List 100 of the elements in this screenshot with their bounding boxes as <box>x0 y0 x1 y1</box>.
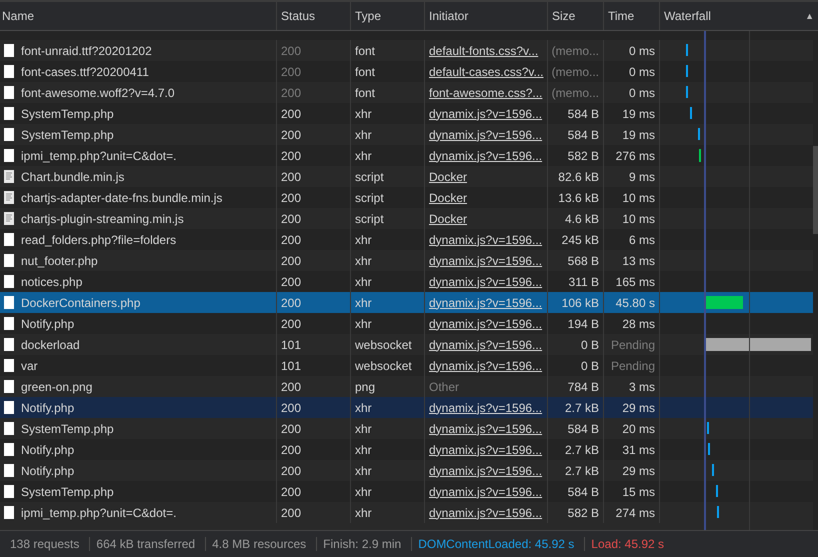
file-icon <box>4 338 14 351</box>
resource-size: 245 kB <box>562 232 599 246</box>
initiator-link[interactable]: dynamix.js?v=1596... <box>429 254 542 268</box>
status-text: 138 requests <box>4 537 90 551</box>
table-row[interactable]: font-unraid.ttf?20201202 200 font default-fonts.css?v... (memo... 0 ms <box>0 40 813 61</box>
resource-size: 82.6 kB <box>558 170 599 184</box>
table-row[interactable]: SystemTemp.php 200 xhr dynamix.js?v=1596... 584 B 19 ms <box>0 103 813 124</box>
initiator-link[interactable]: dynamix.js?v=1596... <box>429 232 542 246</box>
file-icon <box>4 86 14 99</box>
table-row[interactable]: Notify.php 200 xhr dynamix.js?v=1596... 2.7 kB 31 ms <box>0 439 813 460</box>
resource-size: 2.7 kB <box>564 442 599 456</box>
table-row[interactable]: nut_footer.php 200 xhr dynamix.js?v=1596... 568 B 13 ms <box>0 250 813 271</box>
initiator-link[interactable]: dynamix.js?v=1596... <box>429 484 542 498</box>
status-code: 200 <box>281 422 302 436</box>
table-row[interactable]: SystemTemp.php 200 xhr dynamix.js?v=1596... 584 B 19 ms <box>0 124 813 145</box>
request-name: ipmi_temp.php?unit=C&dot=. <box>21 506 176 520</box>
column-header[interactable]: Waterfall <box>664 9 711 23</box>
initiator-link[interactable]: Docker <box>429 170 468 184</box>
initiator-link[interactable]: dynamix.js?v=1596... <box>429 338 542 352</box>
column-header[interactable]: Status <box>281 9 316 23</box>
status-code: 200 <box>281 170 302 184</box>
initiator-link[interactable]: Docker <box>429 190 468 204</box>
resource-type: websocket <box>355 358 412 372</box>
resource-size: 584 B <box>568 484 599 498</box>
table-row[interactable]: SystemTemp.php 200 xhr dynamix.js?v=1596... 584 B 20 ms <box>0 418 813 439</box>
table-row[interactable]: green-on.png 200 png Other 784 B 3 ms <box>0 376 813 397</box>
request-time: 276 ms <box>616 148 655 162</box>
column-header[interactable]: Time <box>608 9 634 23</box>
initiator-link[interactable]: dynamix.js?v=1596... <box>429 106 542 120</box>
request-time: 0 ms <box>628 64 655 78</box>
resource-size: 0 B <box>580 358 599 372</box>
resource-type: script <box>355 170 384 184</box>
table-row[interactable]: notices.php 200 xhr dynamix.js?v=1596... 311 B 165 ms <box>0 271 813 292</box>
initiator-link[interactable]: dynamix.js?v=1596... <box>429 358 542 372</box>
initiator-link[interactable]: default-fonts.css?v... <box>429 44 538 58</box>
request-name: font-unraid.ttf?20201202 <box>21 44 152 58</box>
resource-type: font <box>355 44 376 58</box>
file-icon <box>4 317 14 330</box>
initiator-link[interactable]: dynamix.js?v=1596... <box>429 316 542 330</box>
table-row[interactable]: Chart.bundle.min.js 200 script Docker 82.6 kB 9 ms <box>0 166 813 187</box>
initiator-link[interactable]: font-awesome.css?... <box>429 86 542 100</box>
table-row[interactable]: chartjs-adapter-date-fns.bundle.min.js 200 script Docker 13.6 kB 10 ms <box>0 187 813 208</box>
file-icon <box>4 275 14 288</box>
resource-size: 584 B <box>568 128 599 142</box>
resource-size: 582 B <box>568 148 599 162</box>
scrollbar-thumb[interactable] <box>813 146 818 234</box>
request-name: Notify.php <box>21 442 74 456</box>
table-row[interactable]: DockerContainers.php 200 xhr dynamix.js?v=1596... 106 kB 45.80 s <box>0 292 813 313</box>
request-name: dockerload <box>21 338 80 352</box>
file-icon <box>4 149 14 162</box>
initiator-link[interactable]: dynamix.js?v=1596... <box>429 148 542 162</box>
initiator-link[interactable]: dynamix.js?v=1596... <box>429 506 542 520</box>
initiator-link[interactable]: Docker <box>429 212 468 226</box>
table-row[interactable]: Notify.php 200 xhr dynamix.js?v=1596... 2.7 kB 29 ms <box>0 460 813 481</box>
resource-size: 584 B <box>568 106 599 120</box>
initiator-link[interactable]: dynamix.js?v=1596... <box>429 400 542 414</box>
resource-size: 4.6 kB <box>564 212 599 226</box>
initiator-link[interactable]: dynamix.js?v=1596... <box>429 296 542 310</box>
table-row[interactable]: font-awesome.woff2?v=4.7.0 200 font font-awesome.css?... (memo... 0 ms <box>0 82 813 103</box>
resource-size: 311 B <box>568 274 599 288</box>
request-name: nut_footer.php <box>21 254 98 268</box>
table-row[interactable]: Notify.php 200 xhr dynamix.js?v=1596... 194 B 28 ms <box>0 313 813 334</box>
status-code: 200 <box>281 506 302 520</box>
resource-type: xhr <box>355 274 372 288</box>
request-time: 9 ms <box>628 170 655 184</box>
request-name: notices.php <box>21 274 82 288</box>
column-header[interactable]: Initiator <box>429 9 468 23</box>
initiator-link[interactable]: dynamix.js?v=1596... <box>429 128 542 142</box>
initiator-link[interactable]: dynamix.js?v=1596... <box>429 422 542 436</box>
initiator-link[interactable]: default-cases.css?v... <box>429 64 544 78</box>
file-icon <box>4 254 14 267</box>
table-row[interactable]: SystemTemp.php 200 xhr dynamix.js?v=1596... 584 B 15 ms <box>0 481 813 502</box>
resource-size: 13.6 kB <box>558 190 599 204</box>
resource-size: 106 kB <box>562 296 599 310</box>
sort-indicator[interactable]: ▲ <box>805 11 814 21</box>
column-header[interactable]: Type <box>355 9 382 23</box>
file-icon <box>4 44 14 57</box>
request-time: 10 ms <box>622 212 655 226</box>
initiator-link[interactable]: dynamix.js?v=1596... <box>429 464 542 478</box>
initiator-link[interactable]: dynamix.js?v=1596... <box>429 442 542 456</box>
resource-size: 784 B <box>568 380 599 394</box>
request-name: chartjs-adapter-date-fns.bundle.min.js <box>21 190 222 204</box>
column-header[interactable]: Size <box>552 9 576 23</box>
status-code: 200 <box>281 190 302 204</box>
table-row[interactable]: dockerload 101 websocket dynamix.js?v=1596... 0 B Pending <box>0 334 813 355</box>
file-icon <box>4 359 14 372</box>
table-row[interactable]: Notify.php 200 xhr dynamix.js?v=1596... 2.7 kB 29 ms <box>0 397 813 418</box>
table-row[interactable]: ipmi_temp.php?unit=C&dot=. 200 xhr dynamix.js?v=1596... 582 B 276 ms <box>0 145 813 166</box>
table-row[interactable]: read_folders.php?file=folders 200 xhr dynamix.js?v=1596... 245 kB 6 ms <box>0 229 813 250</box>
resource-size: (memo... <box>552 44 599 58</box>
request-name: SystemTemp.php <box>21 422 114 436</box>
initiator-link[interactable]: dynamix.js?v=1596... <box>429 274 542 288</box>
request-name: chartjs-plugin-streaming.min.js <box>21 212 184 226</box>
table-row[interactable]: var 101 websocket dynamix.js?v=1596... 0 B Pending <box>0 355 813 376</box>
column-header[interactable]: Name <box>2 9 34 23</box>
table-row[interactable]: chartjs-plugin-streaming.min.js 200 script Docker 4.6 kB 10 ms <box>0 208 813 229</box>
table-row[interactable]: font-cases.ttf?20200411 200 font default-cases.css?v... (memo... 0 ms <box>0 61 813 82</box>
table-row[interactable]: ipmi_temp.php?unit=C&dot=. 200 xhr dynamix.js?v=1596... 582 B 274 ms <box>0 502 813 523</box>
request-name: SystemTemp.php <box>21 128 114 142</box>
script-file-icon <box>4 170 14 183</box>
